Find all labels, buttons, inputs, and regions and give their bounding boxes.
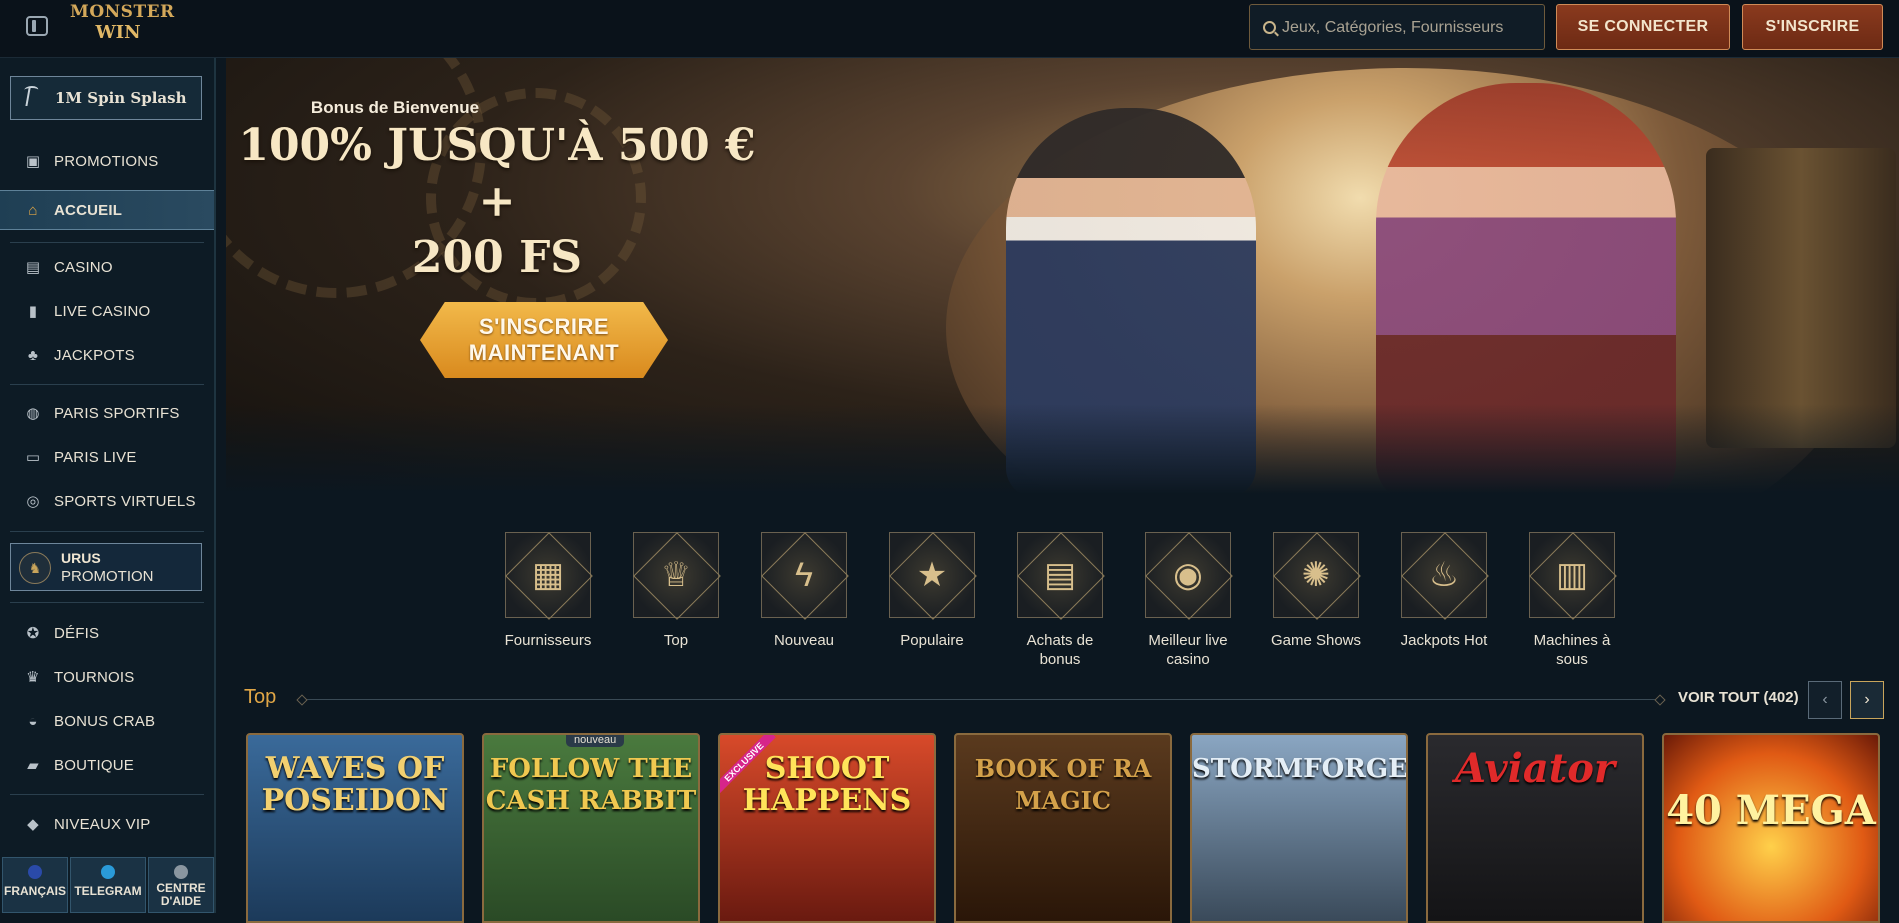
divider	[10, 242, 204, 243]
virtual-icon: ◎	[26, 493, 40, 510]
signup-now-button[interactable]: S'INSCRIRE MAINTENANT	[420, 302, 668, 378]
carousel-next-button[interactable]: ›	[1850, 681, 1884, 719]
sidebar-item-bonus-crab[interactable]: ◒ BONUS CRAB	[0, 702, 214, 742]
badge-icon: ✪	[26, 625, 40, 642]
category-achats-de-bonus[interactable]: ▤ Achats de bonus	[1000, 532, 1120, 669]
star-icon: ★	[916, 556, 948, 594]
ball-icon: ◍	[26, 405, 40, 422]
divider	[10, 602, 204, 603]
search-input[interactable]	[1282, 13, 1537, 43]
game-tile[interactable]: BOOK OF RA MAGIC	[954, 733, 1172, 923]
chevron-left-icon: ‹	[1822, 691, 1828, 708]
game-tile[interactable]: EXCLUSIVE SHOOT HAPPENS	[718, 733, 936, 923]
new-badge: nouveau	[566, 735, 625, 747]
sidebar-item-jackpots[interactable]: ♣ JACKPOTS	[0, 336, 214, 376]
chest-icon: ▤	[1043, 556, 1077, 594]
bonus-subtitle: Bonus de Bienvenue	[310, 98, 480, 117]
category-game-shows[interactable]: ✺ Game Shows	[1256, 532, 1376, 650]
help-center-button[interactable]: CENTRE D'AIDE	[148, 857, 214, 913]
diamond-icon: ◆	[27, 816, 39, 833]
game-tile[interactable]: Aviator	[1426, 733, 1644, 923]
divider	[10, 384, 204, 385]
lightning-icon: ϟ	[795, 556, 813, 594]
palm-tree-icon	[25, 88, 43, 106]
bull-emblem-icon: ♞	[19, 552, 51, 584]
bonus-title: 100% JUSQU'À 500 € + 200 FS	[238, 120, 756, 283]
sidebar-item-tournois[interactable]: ♛ TOURNOIS	[0, 658, 214, 698]
game-tile[interactable]: FOLLOW THE CASH RABBIT nouveau	[482, 733, 700, 923]
live-icon: ▭	[25, 449, 41, 466]
sidebar: 1M Spin Splash ▣ PROMOTIONS ⌂ ACCUEIL ▤ …	[0, 58, 216, 913]
book-icon: ▦	[531, 556, 565, 594]
divider	[10, 794, 204, 795]
slot-machine-image	[1706, 148, 1896, 448]
see-all-link[interactable]: VOIR TOUT (402)	[1678, 689, 1799, 706]
category-meilleur-live-casino[interactable]: ◉ Meilleur live casino	[1128, 532, 1248, 669]
sidebar-toggle-icon[interactable]	[26, 16, 48, 36]
crab-icon: ◒	[28, 713, 38, 730]
signup-button[interactable]: S'INSCRIRE	[1742, 4, 1883, 50]
clover-icon: ♣	[27, 347, 39, 364]
telegram-button[interactable]: TELEGRAM	[70, 857, 146, 913]
top-bar: MONSTER WIN SE CONNECTER S'INSCRIRE	[0, 0, 1899, 58]
sidebar-item-defis[interactable]: ✪ DÉFIS	[0, 614, 214, 654]
eu-flag-icon	[28, 865, 42, 879]
slot-machine-icon: ▤	[25, 259, 41, 276]
language-button[interactable]: FRANÇAIS	[2, 857, 68, 913]
basket-icon: ▰	[27, 757, 39, 774]
crown-icon: ♕	[660, 556, 692, 594]
wheel-icon: ✺	[1301, 556, 1331, 594]
category-jackpots-hot[interactable]: ♨ Jackpots Hot	[1384, 532, 1504, 650]
urus-promotion-banner[interactable]: ♞ URUS PROMOTION	[10, 543, 202, 591]
chip-icon: ◉	[1173, 556, 1203, 594]
spin-splash-promo-button[interactable]: 1M Spin Splash	[10, 76, 202, 120]
game-tile[interactable]: WAVES OF POSEIDON	[246, 733, 464, 923]
section-title-top: Top	[244, 686, 277, 708]
sidebar-item-live-casino[interactable]: ▮ LIVE CASINO	[0, 292, 214, 332]
sidebar-item-paris-live[interactable]: ▭ PARIS LIVE	[0, 438, 214, 478]
game-tile[interactable]: STORMFORGED	[1190, 733, 1408, 923]
section-divider	[300, 699, 1662, 700]
category-populaire[interactable]: ★ Populaire	[872, 532, 992, 650]
game-tile[interactable]: 40 MEGA	[1662, 733, 1880, 923]
search-box[interactable]	[1249, 4, 1545, 50]
home-icon: ⌂	[28, 202, 38, 219]
gift-icon: ▣	[25, 153, 41, 170]
sidebar-item-niveaux-vip[interactable]: ◆ NIVEAUX VIP	[0, 805, 214, 845]
sidebar-item-paris-sportifs[interactable]: ◍ PARIS SPORTIFS	[0, 394, 214, 434]
telegram-icon	[101, 865, 115, 879]
category-nouveau[interactable]: ϟ Nouveau	[744, 532, 864, 650]
banner-fade	[226, 404, 1899, 494]
search-icon	[1263, 21, 1276, 34]
help-icon	[174, 865, 188, 879]
trophy-icon: ♛	[26, 669, 40, 686]
category-machines-a-sous[interactable]: ▥ Machines à sous	[1512, 532, 1632, 669]
flame-icon: ♨	[1428, 556, 1460, 594]
category-top[interactable]: ♕ Top	[616, 532, 736, 650]
card-icon: ▮	[28, 303, 38, 320]
login-button[interactable]: SE CONNECTER	[1556, 4, 1730, 50]
category-fournisseurs[interactable]: ▦ Fournisseurs	[488, 532, 608, 650]
slot-icon: ▥	[1555, 556, 1589, 594]
sidebar-item-boutique[interactable]: ▰ BOUTIQUE	[0, 746, 214, 786]
sidebar-item-promotions[interactable]: ▣ PROMOTIONS	[0, 142, 214, 182]
carousel-prev-button[interactable]: ‹	[1808, 681, 1842, 719]
logo[interactable]: MONSTER WIN	[70, 4, 174, 52]
divider	[10, 531, 204, 532]
chevron-right-icon: ›	[1864, 691, 1870, 708]
sidebar-item-accueil[interactable]: ⌂ ACCUEIL	[0, 190, 214, 230]
sidebar-item-casino[interactable]: ▤ CASINO	[0, 248, 214, 288]
sidebar-item-sports-virtuels[interactable]: ◎ SPORTS VIRTUELS	[0, 482, 214, 522]
